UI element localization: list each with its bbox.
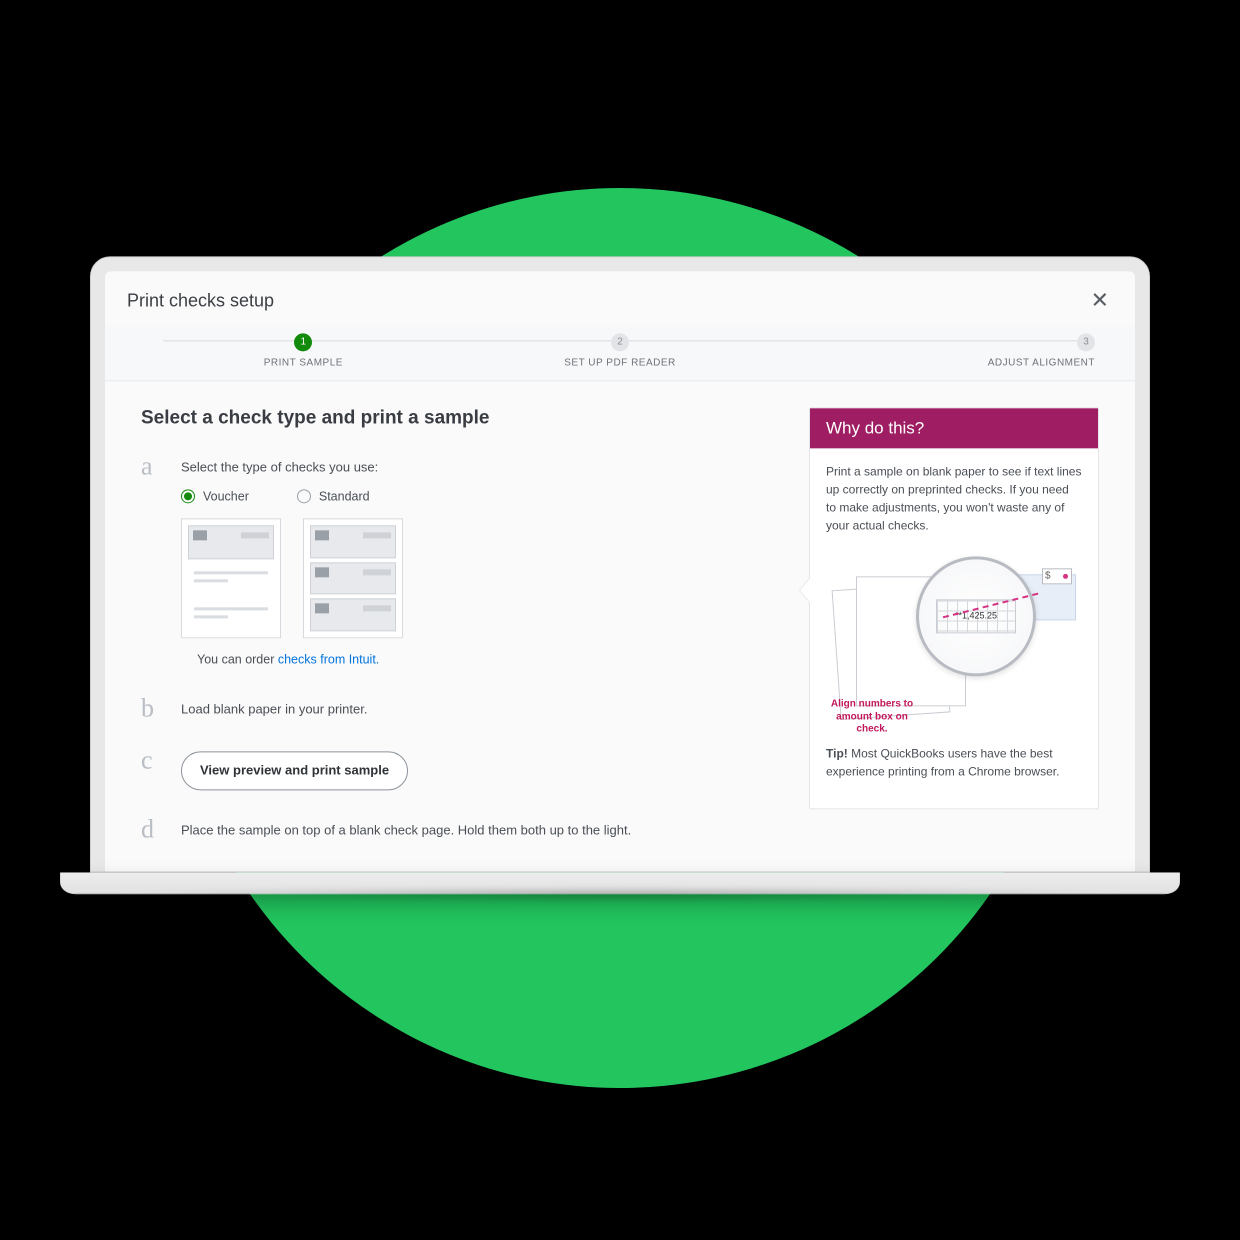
step-a-text: Select the type of checks you use: xyxy=(181,457,781,477)
step-dot-2: 2 xyxy=(611,333,629,351)
close-icon[interactable]: ✕ xyxy=(1087,285,1113,315)
step-letter-b: b xyxy=(141,696,163,722)
radio-voucher[interactable]: Voucher xyxy=(181,487,249,506)
step-setup-pdf[interactable]: 2 SET UP PDF READER xyxy=(462,331,779,368)
step-dot-1: 1 xyxy=(294,333,312,351)
dollar-box: $ xyxy=(1042,568,1072,584)
step-letter-a: a xyxy=(141,453,163,670)
step-dot-3: 3 xyxy=(1077,333,1095,351)
order-prefix: You can order xyxy=(197,652,278,666)
step-label-1: PRINT SAMPLE xyxy=(145,357,462,368)
radio-standard[interactable]: Standard xyxy=(297,487,370,506)
check-thumb-voucher[interactable] xyxy=(181,518,281,638)
radio-dot-icon xyxy=(181,490,195,504)
radio-standard-label: Standard xyxy=(319,487,370,506)
main-content: Select a check type and print a sample a… xyxy=(141,407,781,851)
window-header: Print checks setup ✕ xyxy=(105,271,1135,325)
laptop-frame: Print checks setup ✕ 1 PRINT SAMPLE 2 SE… xyxy=(90,256,1150,894)
step-b-text: Load blank paper in your printer. xyxy=(181,696,781,722)
window-title: Print checks setup xyxy=(127,290,274,311)
tip-text: Tip! Most QuickBooks users have the best… xyxy=(826,744,1082,780)
card-body-text: Print a sample on blank paper to see if … xyxy=(826,462,1082,534)
preview-print-button[interactable]: View preview and print sample xyxy=(181,752,408,790)
step-print-sample[interactable]: 1 PRINT SAMPLE xyxy=(145,331,462,368)
step-label-2: SET UP PDF READER xyxy=(462,357,779,368)
step-a: a Select the type of checks you use: Vou… xyxy=(141,453,781,670)
radio-voucher-label: Voucher xyxy=(203,487,249,506)
app-window: Print checks setup ✕ 1 PRINT SAMPLE 2 SE… xyxy=(105,271,1135,871)
card-title: Why do this? xyxy=(810,408,1098,448)
order-checks-link[interactable]: checks from Intuit. xyxy=(278,652,379,666)
laptop-base xyxy=(60,872,1180,894)
why-do-this-card: Why do this? Print a sample on blank pap… xyxy=(809,407,1099,809)
magnifier-icon: **1,425.25 xyxy=(916,556,1036,676)
step-b: b Load blank paper in your printer. xyxy=(141,696,781,722)
step-label-3: ADJUST ALIGNMENT xyxy=(778,357,1095,368)
wizard-stepper: 1 PRINT SAMPLE 2 SET UP PDF READER 3 ADJ… xyxy=(105,325,1135,381)
alignment-illustration: $ **1,425.25 Align numbers to amount box… xyxy=(826,546,1082,736)
illus-caption: Align numbers to amount box on check. xyxy=(826,698,918,736)
tip-label: Tip! xyxy=(826,746,848,760)
check-thumb-standard[interactable] xyxy=(303,518,403,638)
step-letter-c: c xyxy=(141,748,163,790)
tip-body: Most QuickBooks users have the best expe… xyxy=(826,746,1059,778)
order-checks-line: You can order checks from Intuit. xyxy=(197,650,781,669)
radio-dot-icon xyxy=(297,490,311,504)
step-letter-d: d xyxy=(141,816,163,842)
step-d: d Place the sample on top of a blank che… xyxy=(141,816,781,842)
step-c: c View preview and print sample xyxy=(141,748,781,790)
page-heading: Select a check type and print a sample xyxy=(141,407,781,429)
illus-amount: **1,425.25 xyxy=(936,599,1016,633)
step-d-text: Place the sample on top of a blank check… xyxy=(181,816,781,842)
step-adjust-alignment[interactable]: 3 ADJUST ALIGNMENT xyxy=(778,331,1095,368)
